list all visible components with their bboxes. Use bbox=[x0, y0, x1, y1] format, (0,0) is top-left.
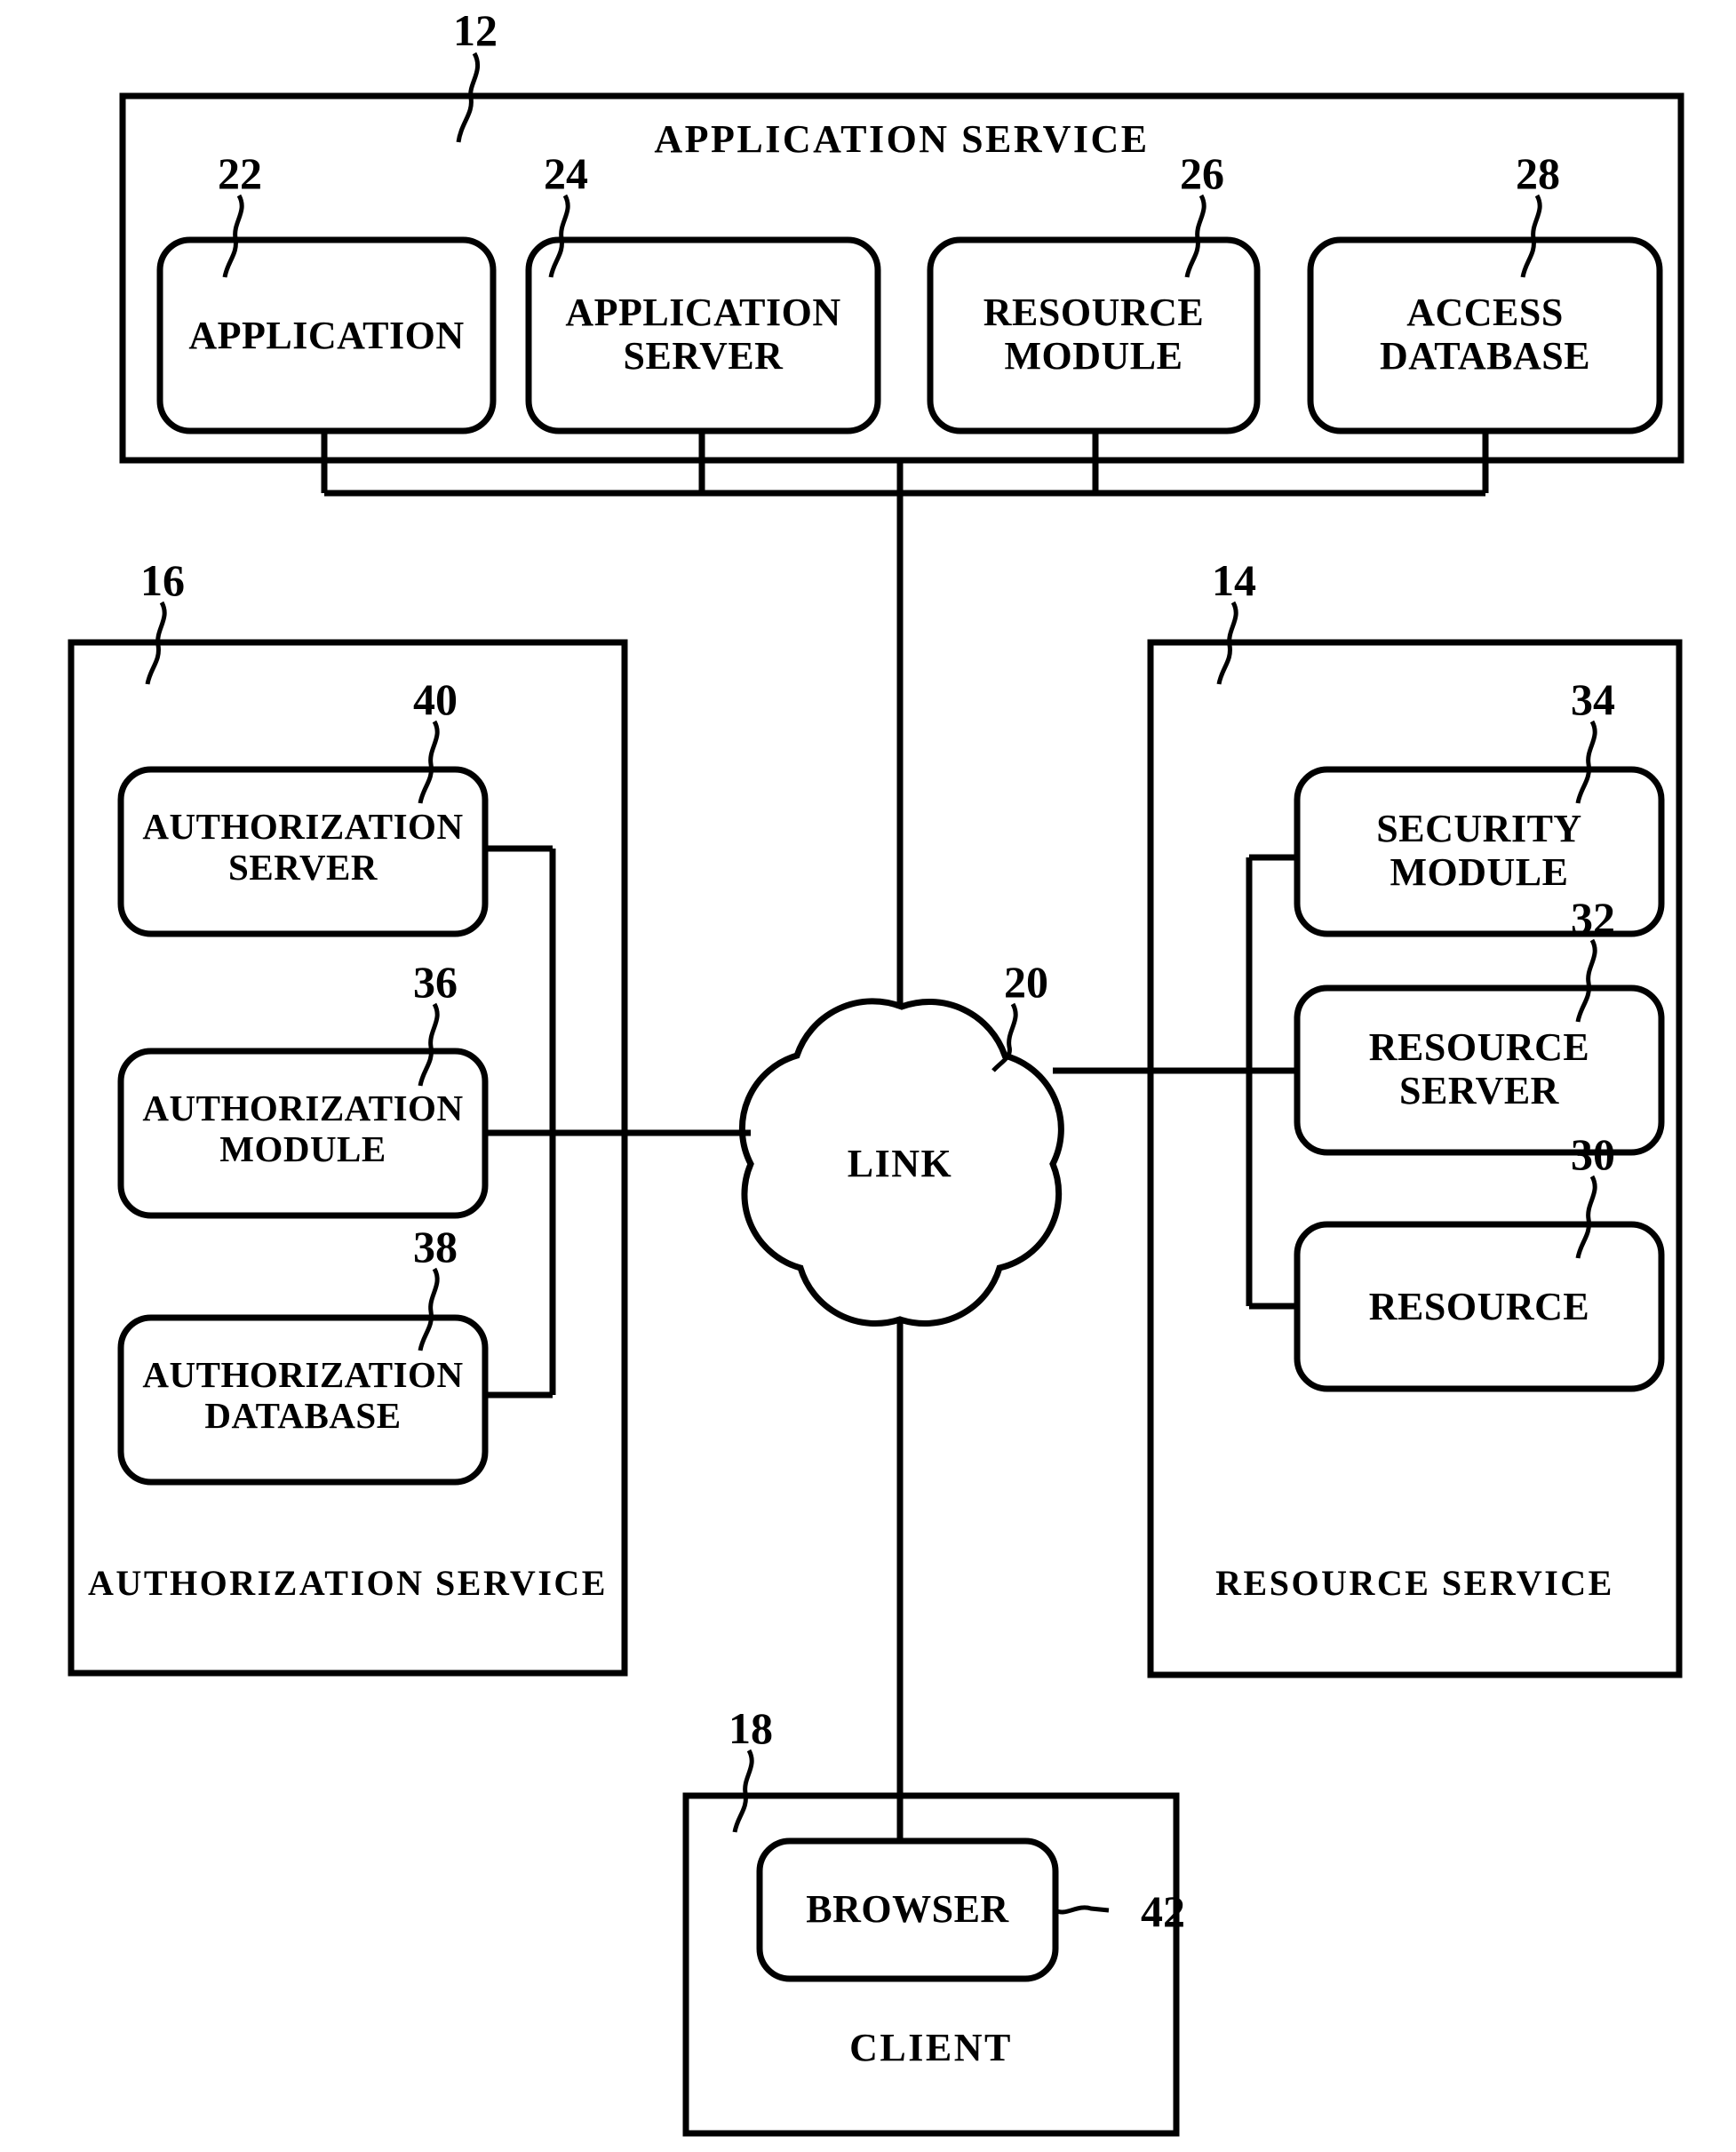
authorization-server-block-label: AUTHORIZATION SERVER bbox=[142, 806, 464, 888]
ref-30: 30 bbox=[1571, 1129, 1615, 1179]
ref-34: 34 bbox=[1571, 674, 1615, 724]
browser-block-label: BROWSER bbox=[806, 1887, 1009, 1931]
resource-server-block-label: RESOURCE SERVER bbox=[1368, 1025, 1590, 1113]
resource-service-internal-bus bbox=[1151, 854, 1297, 1310]
application-server-block-label: APPLICATION SERVER bbox=[565, 291, 841, 379]
access-database-block-label: ACCESS DATABASE bbox=[1379, 291, 1591, 379]
authorization-database-block-label: AUTHORIZATION DATABASE bbox=[142, 1354, 464, 1436]
application-block-label: APPLICATION bbox=[188, 314, 465, 357]
authorization-service-internal-bus bbox=[485, 845, 625, 1399]
resource-block-label: RESOURCE bbox=[1368, 1285, 1590, 1328]
ref-38: 38 bbox=[413, 1222, 458, 1271]
authorization-module-block-label: AUTHORIZATION MODULE bbox=[142, 1088, 464, 1169]
patent-figure: APPLICATION SERVICE 12 APPLICATION 22 AP… bbox=[0, 0, 1736, 2152]
security-module-block-label: SECURITY MODULE bbox=[1376, 807, 1582, 895]
ref-28: 28 bbox=[1516, 148, 1560, 198]
ref-16: 16 bbox=[140, 555, 185, 605]
authorization-service-title: AUTHORIZATION SERVICE bbox=[88, 1563, 608, 1603]
ref-22: 22 bbox=[218, 148, 262, 198]
link-cloud-label: LINK bbox=[847, 1142, 953, 1185]
ref-40: 40 bbox=[413, 674, 458, 724]
resource-module-block-label: RESOURCE MODULE bbox=[983, 291, 1205, 379]
ref-14: 14 bbox=[1212, 555, 1256, 605]
ref-24: 24 bbox=[544, 148, 588, 198]
client-container-outline bbox=[682, 1792, 1180, 2137]
client-title: CLIENT bbox=[849, 2026, 1013, 2069]
ref-26: 26 bbox=[1180, 148, 1224, 198]
ref-20: 20 bbox=[1004, 957, 1048, 1007]
ref-32: 32 bbox=[1571, 893, 1615, 943]
ref-18: 18 bbox=[729, 1703, 773, 1753]
resource-service-title: RESOURCE SERVICE bbox=[1215, 1563, 1614, 1603]
ref-42: 42 bbox=[1141, 1886, 1185, 1936]
ref-36: 36 bbox=[413, 957, 458, 1007]
application-service-title: APPLICATION SERVICE bbox=[654, 117, 1150, 161]
ref-12: 12 bbox=[453, 5, 498, 55]
